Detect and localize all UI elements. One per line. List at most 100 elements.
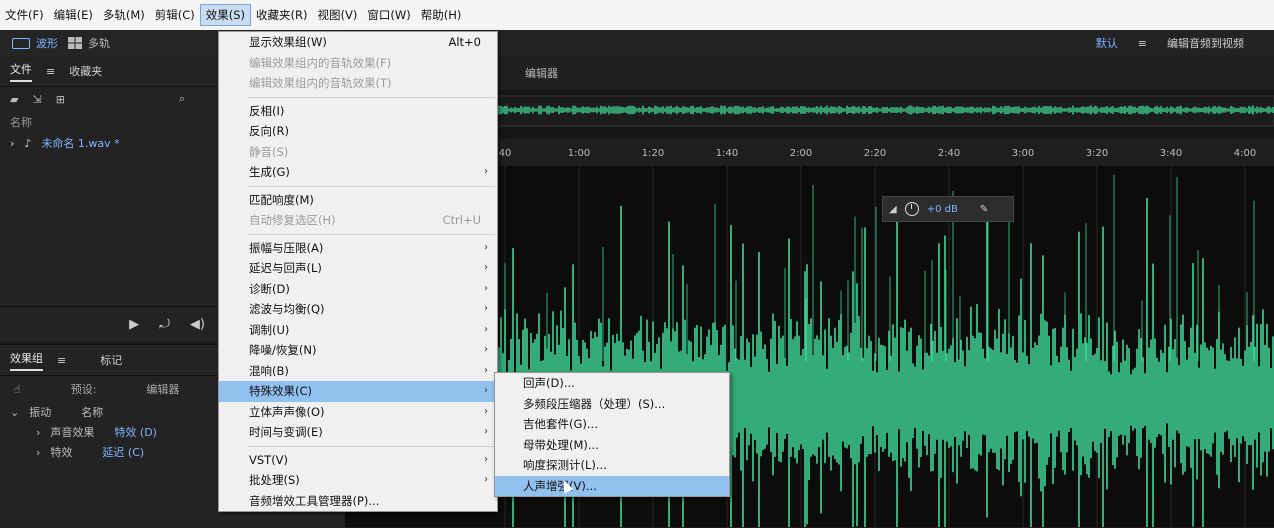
menu-effects[interactable]: 效果(S) — [199, 4, 252, 26]
tab-editor[interactable]: 编辑器 — [525, 65, 558, 81]
chevron-right-icon[interactable]: › — [10, 137, 14, 150]
chevron-right-icon: › — [484, 405, 488, 417]
menu-item[interactable]: 特殊效果(C) › — [219, 381, 497, 402]
menu-item: 编辑效果组内的音轨效果(T) — [219, 73, 497, 94]
gain-icon: ◢ — [889, 203, 897, 215]
menu-item[interactable]: 诊断(D) › — [219, 279, 497, 300]
search-icon[interactable]: ⌕ — [179, 92, 185, 106]
tab-files[interactable]: 文件 — [10, 61, 32, 82]
menu-item[interactable]: 母带处理(M)... — [495, 435, 729, 456]
menu-item[interactable]: 立体声声像(O) › — [219, 402, 497, 423]
menu-separator — [247, 96, 495, 98]
chevron-right-icon[interactable]: › — [36, 426, 40, 439]
menu-item[interactable]: VST(V) › — [219, 450, 497, 471]
tab-effects-rack[interactable]: 效果组 — [10, 350, 43, 371]
menu-item-label: 匹配响度(M) — [249, 192, 314, 207]
menu-file[interactable]: 文件(F) — [0, 4, 49, 26]
panel-menu-icon[interactable]: ≡ — [57, 354, 66, 367]
chevron-right-icon: › — [484, 453, 488, 465]
open-folder-icon[interactable]: ▰ — [10, 93, 18, 106]
chevron-right-icon: › — [484, 241, 488, 253]
menu-item[interactable]: 混响(B) › — [219, 361, 497, 382]
timeline-tick-label: 1:40 — [715, 148, 739, 159]
menu-window[interactable]: 窗口(W) — [362, 4, 415, 26]
menu-item-label: 反向(R) — [249, 124, 289, 138]
menu-item-label: 回声(D)... — [523, 376, 575, 390]
file-name: 未命名 1.wav * — [41, 137, 120, 150]
effects-menu: 显示效果组(W) Alt+0 编辑效果组内的音轨效果(F) 编辑效果组内的音轨效果(T… — [218, 31, 498, 512]
files-name-header[interactable]: 名称 — [10, 114, 32, 130]
play-icon[interactable]: ▶ — [129, 317, 139, 332]
tree-item-label: 特效 — [50, 446, 73, 459]
menu-item-label: 立体声声像(O) — [249, 404, 325, 419]
menu-item[interactable]: 吉他套件(G)... — [495, 414, 729, 435]
menu-item[interactable]: 反向(R) — [219, 121, 497, 142]
menu-item[interactable]: 振幅与压限(A) › — [219, 238, 497, 259]
new-file-icon[interactable]: ⊞ — [56, 93, 65, 106]
menu-view[interactable]: 视图(V) — [313, 4, 363, 26]
import-icon[interactable]: ⇲ — [32, 93, 41, 106]
tab-markers[interactable]: 标记 — [100, 352, 122, 368]
chevron-down-icon[interactable]: ⌄ — [10, 406, 19, 419]
tree-item-label: 延迟 (C) — [102, 446, 145, 459]
menubar: 文件(F) 编辑(E) 多轨(M) 剪辑(C) 效果(S) 收藏夹(R) 视图(… — [0, 0, 1274, 31]
timeline-tick-label: 1:20 — [641, 148, 665, 159]
menu-item[interactable]: 反相(I) — [219, 101, 497, 122]
waveform-spikes — [504, 174, 1255, 361]
menu-item[interactable]: 生成(G) › — [219, 162, 497, 183]
volume-icon[interactable]: ◀) — [190, 317, 205, 332]
menu-item-label: 静音(S) — [249, 144, 289, 159]
tab-favorites[interactable]: 收藏夹 — [69, 63, 102, 79]
chevron-right-icon: › — [484, 282, 488, 294]
menu-item[interactable]: 调制(U) › — [219, 320, 497, 341]
menu-item-shortcut: Ctrl+U — [442, 213, 481, 227]
menu-clip[interactable]: 剪辑(C) — [150, 4, 200, 26]
menu-item[interactable]: 显示效果组(W) Alt+0 — [219, 32, 497, 53]
chevron-right-icon: › — [484, 262, 488, 273]
default-workspace-link[interactable]: 默认 — [1096, 35, 1118, 51]
menu-item[interactable]: 匹配响度(M) — [219, 190, 497, 211]
loop-icon[interactable]: ⤾ — [159, 317, 170, 332]
chevron-right-icon: › — [484, 166, 488, 177]
menu-item[interactable]: 音频增效工具管理器(P)... — [219, 491, 497, 512]
timeline-tick-label: 2:20 — [863, 148, 887, 159]
menu-item[interactable]: 延迟与回声(L) › — [219, 258, 497, 279]
menu-item[interactable]: 降噪/恢复(N) › — [219, 340, 497, 361]
menu-item[interactable]: 多频段压缩器（处理）(S)... — [495, 394, 729, 415]
hand-icon[interactable]: ☝ — [14, 383, 21, 396]
menu-item-label: 降噪/恢复(N) — [249, 343, 317, 357]
menu-favorites[interactable]: 收藏夹(R) — [251, 4, 312, 26]
menu-item[interactable]: 响度探测计(L)... — [495, 455, 729, 476]
gain-value: +0 dB — [926, 203, 958, 215]
timeline-tick-label: 4:00 — [1233, 148, 1257, 159]
menu-multitrack[interactable]: 多轨(M) — [98, 4, 150, 26]
pin-icon[interactable]: ✎ — [980, 204, 988, 215]
special-effects-submenu: 回声(D)... 多频段压缩器（处理）(S)... 吉他套件(G)... 母带处理(M… — [494, 372, 730, 497]
edit-audio-to-video-link[interactable]: 编辑音频到视频 — [1167, 35, 1244, 51]
gain-knob-icon[interactable] — [904, 202, 919, 216]
menu-edit[interactable]: 编辑(E) — [49, 4, 98, 26]
menu-item[interactable]: 回声(D)... — [495, 373, 729, 394]
menu-item-label: 批处理(S) — [249, 473, 300, 487]
gain-hud[interactable]: ◢ +0 dB ✎ — [882, 196, 1014, 222]
menu-item-label: 吉他套件(G)... — [523, 417, 598, 431]
menu-item-label: 母带处理(M)... — [523, 437, 599, 452]
chevron-right-icon: › — [484, 303, 488, 314]
menu-help[interactable]: 帮助(H) — [416, 4, 467, 26]
waveform-button[interactable]: 波形 — [12, 35, 58, 51]
timeline-tick-label: 3:00 — [1011, 148, 1035, 159]
timeline-tick-label: 3:20 — [1085, 148, 1109, 159]
menu-item-label: 特殊效果(C) — [249, 384, 313, 398]
menu-separator — [247, 185, 495, 187]
menu-item[interactable]: 人声增强(V)... — [495, 475, 729, 496]
timeline-tick-label: 3:40 — [1159, 148, 1183, 159]
chevron-right-icon[interactable]: › — [36, 446, 40, 459]
multitrack-button[interactable]: 多轨 — [68, 35, 110, 51]
menu-item[interactable]: 批处理(S) › — [219, 470, 497, 491]
menu-item-label: 诊断(D) — [249, 281, 290, 296]
panel-menu-icon[interactable]: ≡ — [46, 65, 55, 78]
menu-item[interactable]: 滤波与均衡(Q) › — [219, 299, 497, 320]
col-name-header: 名称 — [81, 406, 104, 419]
menu-item[interactable]: 时间与变调(E) › — [219, 422, 497, 443]
menu-icon[interactable]: ≡ — [1138, 37, 1147, 50]
